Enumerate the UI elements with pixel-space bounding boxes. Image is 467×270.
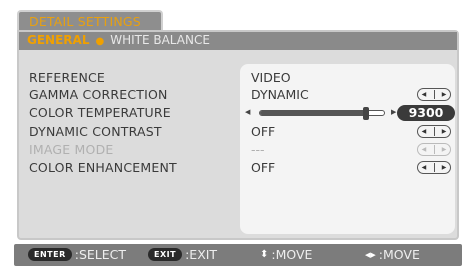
- gamma-correction-label: GAMMA CORRECTION: [29, 87, 168, 102]
- up-down-arrows-icon: ⬍: [260, 249, 269, 260]
- tab-general[interactable]: GENERAL: [27, 33, 89, 47]
- divider: [433, 163, 435, 172]
- color-enhancement-label: COLOR ENHANCEMENT: [29, 160, 177, 175]
- color-enhancement-left-right-control[interactable]: ◀ ▶: [417, 161, 451, 174]
- hint-exit: EXIT :EXIT: [148, 247, 217, 262]
- image-mode-value: ---: [251, 142, 265, 157]
- chevron-left-icon[interactable]: ◀: [422, 164, 427, 171]
- chevron-left-icon[interactable]: ◀: [422, 91, 427, 98]
- row-reference[interactable]: REFERENCE VIDEO: [19, 70, 457, 86]
- chevron-right-icon[interactable]: ▶: [442, 164, 447, 171]
- color-temperature-value: 9300: [397, 105, 455, 121]
- gamma-correction-value: DYNAMIC: [251, 87, 309, 102]
- settings-panel: GENERAL ● WHITE BALANCE REFERENCE VIDEO GA…: [17, 30, 459, 240]
- hint-select: ENTER :SELECT: [28, 247, 126, 262]
- subtab-bar: GENERAL ● WHITE BALANCE: [19, 32, 457, 50]
- hint-move-vertical: ⬍ :MOVE: [260, 247, 312, 262]
- color-temperature-slider[interactable]: ◀ ▶: [245, 106, 400, 120]
- image-mode-left-right-control: ◀ ▶: [417, 143, 451, 156]
- exit-key-icon: EXIT: [148, 248, 183, 261]
- divider: [433, 145, 435, 154]
- row-dynamic-contrast[interactable]: DYNAMIC CONTRAST OFF ◀ ▶: [19, 124, 457, 140]
- dynamic-contrast-label: DYNAMIC CONTRAST: [29, 124, 162, 139]
- tab-white-balance[interactable]: WHITE BALANCE: [110, 33, 210, 47]
- tab-separator-dot: ●: [95, 36, 105, 47]
- row-image-mode: IMAGE MODE --- ◀ ▶: [19, 142, 457, 158]
- chevron-left-icon[interactable]: ◀: [422, 128, 427, 135]
- hint-select-label: :SELECT: [74, 247, 127, 262]
- color-enhancement-value: OFF: [251, 160, 276, 175]
- slider-left-arrow-icon[interactable]: ◀: [245, 108, 250, 116]
- color-temperature-label: COLOR TEMPERATURE: [29, 105, 171, 120]
- left-right-arrows-icon: ◀▶: [365, 250, 376, 259]
- dynamic-contrast-left-right-control[interactable]: ◀ ▶: [417, 125, 451, 138]
- detail-settings-menu: DETAIL SETTINGS GENERAL ● WHITE BALANCE RE…: [2, 2, 465, 268]
- reference-label: REFERENCE: [29, 70, 106, 85]
- image-mode-label: IMAGE MODE: [29, 142, 114, 157]
- slider-thumb[interactable]: [363, 107, 370, 120]
- menu-title-tab: DETAIL SETTINGS: [17, 10, 163, 32]
- divider: [433, 127, 435, 136]
- hint-move-vertical-label: :MOVE: [271, 247, 313, 262]
- chevron-left-icon: ◀: [421, 146, 427, 153]
- slider-fill: [260, 111, 366, 115]
- dynamic-contrast-value: OFF: [251, 124, 276, 139]
- enter-key-icon: ENTER: [28, 248, 72, 261]
- hint-move-horizontal-label: :MOVE: [378, 247, 420, 262]
- divider: [433, 90, 435, 99]
- slider-right-arrow-icon[interactable]: ▶: [391, 108, 396, 116]
- gamma-left-right-control[interactable]: ◀ ▶: [417, 88, 451, 101]
- reference-value: VIDEO: [251, 70, 291, 85]
- chevron-right-icon: ▶: [441, 146, 447, 153]
- menu-title: DETAIL SETTINGS: [29, 14, 141, 29]
- row-color-enhancement[interactable]: COLOR ENHANCEMENT OFF ◀ ▶: [19, 160, 457, 176]
- hint-exit-label: :EXIT: [185, 247, 218, 262]
- row-color-temperature[interactable]: COLOR TEMPERATURE ◀ ▶ 9300: [19, 105, 457, 121]
- chevron-right-icon[interactable]: ▶: [442, 91, 447, 98]
- hint-move-horizontal: ◀▶ :MOVE: [365, 247, 420, 262]
- chevron-right-icon[interactable]: ▶: [442, 128, 447, 135]
- row-gamma-correction[interactable]: GAMMA CORRECTION DYNAMIC ◀ ▶: [19, 87, 457, 103]
